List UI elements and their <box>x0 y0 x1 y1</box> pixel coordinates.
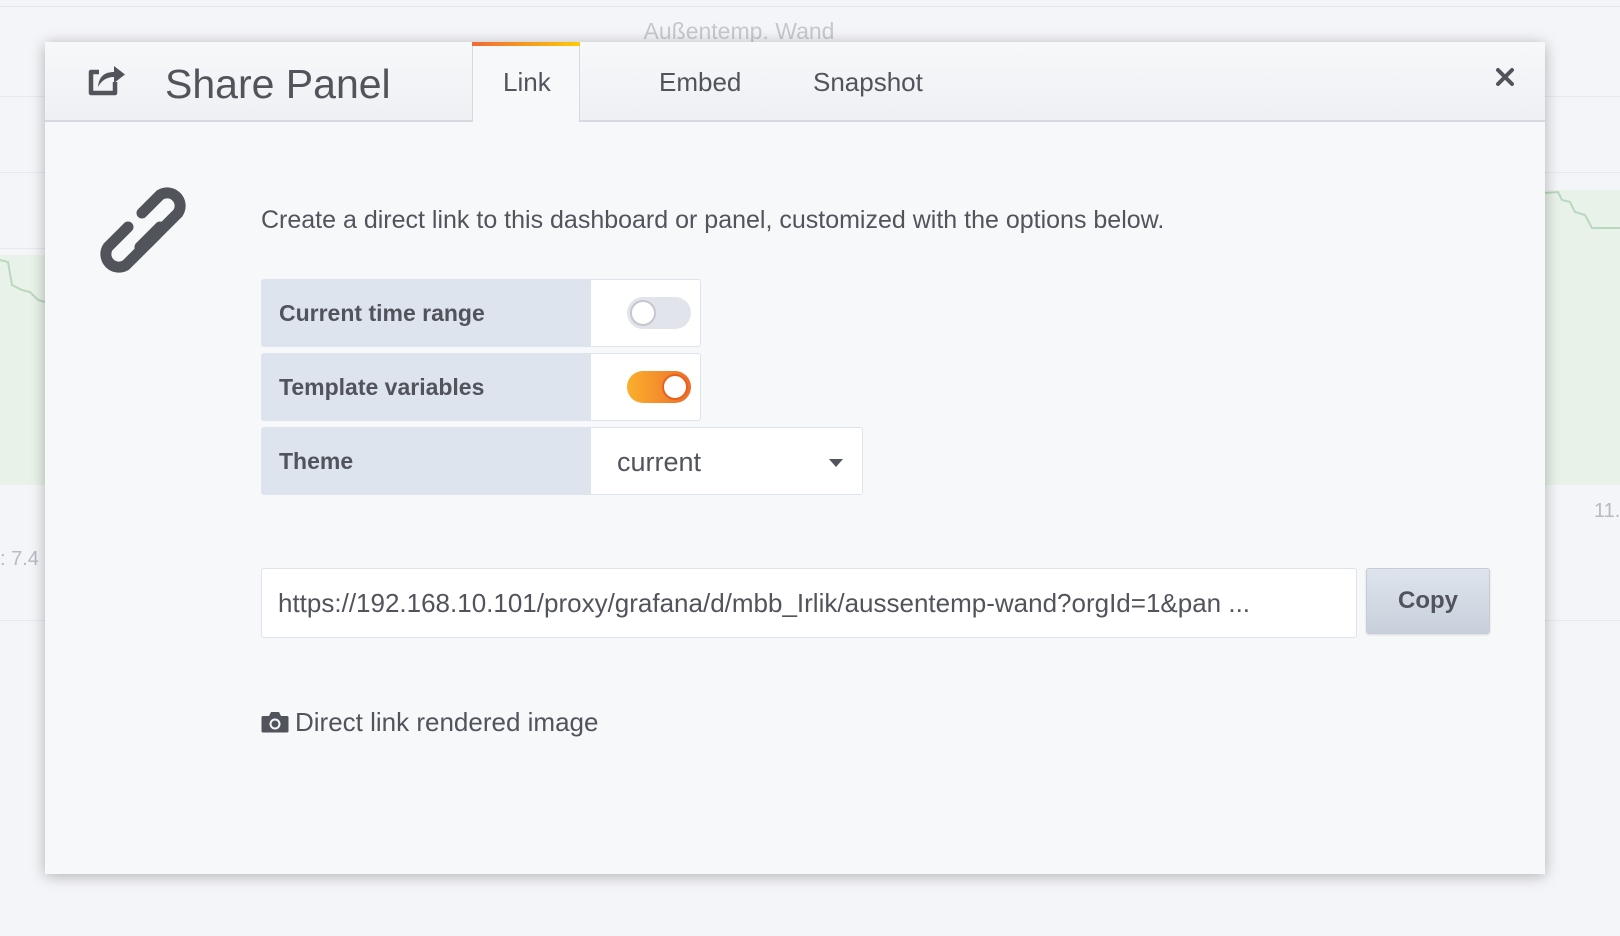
option-label: Current time range <box>261 279 591 347</box>
option-theme: Theme current <box>261 427 863 495</box>
option-value <box>591 353 701 421</box>
link-description: Create a direct link to this dashboard o… <box>261 206 1165 234</box>
background-legend-value: : 7.4 <box>0 548 39 570</box>
tab-snapshot[interactable]: Snapshot <box>783 42 953 120</box>
close-icon[interactable] <box>1494 66 1516 88</box>
share-url-input[interactable]: https://192.168.10.101/proxy/grafana/d/m… <box>261 568 1357 638</box>
toggle-knob <box>630 300 656 326</box>
option-current-time-range: Current time range <box>261 279 701 347</box>
theme-select-value: current <box>617 447 702 477</box>
option-label: Theme <box>261 427 591 495</box>
background-panel-title: Außentemp. Wand <box>643 18 835 44</box>
background-axis-value: 11. <box>1594 500 1620 522</box>
share-panel-modal: Share Panel Link Embed Snapshot Create a… <box>45 42 1545 874</box>
copy-button[interactable]: Copy <box>1366 568 1490 634</box>
theme-select[interactable]: current <box>591 427 863 495</box>
header-divider <box>45 120 1545 122</box>
tab-embed[interactable]: Embed <box>629 42 771 120</box>
modal-title: Share Panel <box>165 61 391 107</box>
share-square-icon <box>88 66 125 96</box>
caret-down-icon <box>829 459 843 467</box>
current-time-range-toggle[interactable] <box>627 297 691 329</box>
template-variables-toggle[interactable] <box>627 371 691 403</box>
option-value <box>591 279 701 347</box>
direct-link-rendered-image[interactable]: Direct link rendered image <box>261 706 598 738</box>
option-label: Template variables <box>261 353 591 421</box>
tab-link[interactable]: Link <box>472 42 580 122</box>
camera-icon <box>261 712 289 733</box>
chain-link-icon <box>100 187 186 273</box>
toggle-knob <box>662 374 688 400</box>
option-template-variables: Template variables <box>261 353 701 421</box>
modal-header: Share Panel Link Embed Snapshot <box>45 42 1545 122</box>
render-link-label: Direct link rendered image <box>295 706 599 737</box>
